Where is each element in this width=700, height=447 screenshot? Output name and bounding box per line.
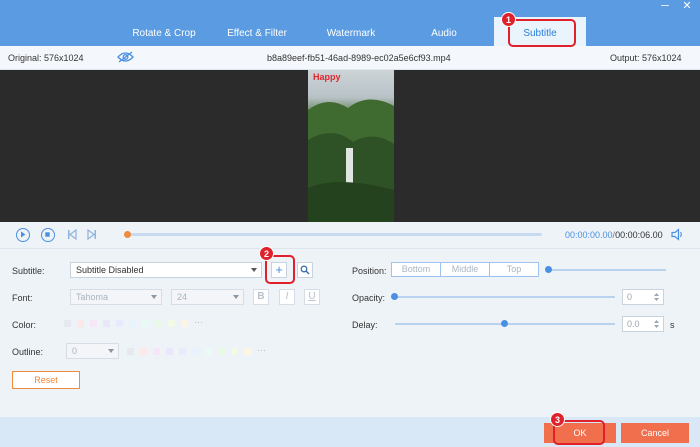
delay-input[interactable]: 0.0 [622, 316, 664, 332]
outline-select[interactable]: 0 [66, 343, 119, 359]
opacity-slider-handle[interactable] [391, 293, 398, 300]
cancel-button[interactable]: Cancel [621, 423, 689, 443]
chevron-down-icon [108, 349, 114, 353]
outline-swatch[interactable] [192, 348, 199, 355]
video-overlay-text: Happy [313, 72, 341, 82]
stepper-icon[interactable] [653, 319, 660, 329]
eye-icon[interactable] [117, 51, 134, 65]
tab-audio[interactable]: Audio [405, 21, 483, 46]
color-swatch[interactable] [116, 320, 123, 327]
outline-swatch[interactable] [153, 348, 160, 355]
color-label: Color: [12, 320, 37, 330]
bold-button[interactable]: B [253, 289, 269, 305]
font-label: Font: [12, 293, 33, 303]
color-swatch[interactable] [90, 320, 97, 327]
color-swatch[interactable] [129, 320, 136, 327]
output-resolution: Output: 576x1024 [610, 53, 682, 63]
top-tab-bar: Rotate & Crop Effect & Filter Watermark … [0, 0, 700, 46]
close-icon[interactable]: ✕ [678, 0, 696, 14]
outline-swatch[interactable] [127, 348, 134, 355]
color-swatch[interactable] [77, 320, 84, 327]
file-name: b8a89eef-fb51-46ad-8989-ec02a5e6cf93.mp4 [267, 53, 451, 63]
info-bar: Original: 576x1024 b8a89eef-fb51-46ad-89… [0, 46, 700, 70]
seek-handle[interactable] [124, 231, 131, 238]
reset-button[interactable]: Reset [12, 371, 80, 389]
subtitle-label: Subtitle: [12, 266, 45, 276]
color-swatch[interactable] [181, 320, 188, 327]
total-time: 00:00:06.00 [615, 230, 663, 240]
search-icon [300, 265, 310, 275]
stop-icon[interactable] [41, 228, 55, 242]
opacity-value: 0 [627, 292, 633, 302]
underline-button[interactable]: U [304, 289, 320, 305]
subtitle-select[interactable]: Subtitle Disabled [70, 262, 262, 278]
minimize-icon[interactable]: ─ [656, 0, 674, 14]
outline-label: Outline: [12, 347, 44, 357]
delay-label: Delay: [352, 320, 378, 330]
outline-swatch[interactable] [166, 348, 173, 355]
outline-swatch[interactable] [179, 348, 186, 355]
outline-swatch[interactable] [140, 348, 147, 355]
time-display: 00:00:00.00/00:00:06.00 [565, 230, 663, 240]
font-family-select[interactable]: Tahoma [70, 289, 162, 305]
current-time: 00:00:00.00 [565, 230, 613, 240]
chevron-down-icon [251, 268, 257, 272]
color-swatch[interactable] [142, 320, 149, 327]
position-label: Position: [352, 266, 387, 276]
subtitle-select-value: Subtitle Disabled [76, 265, 144, 275]
outline-swatch[interactable] [231, 348, 238, 355]
opacity-input[interactable]: 0 [622, 289, 664, 305]
tab-effect-filter[interactable]: Effect & Filter [218, 21, 296, 46]
chevron-down-icon [233, 295, 239, 299]
more-outline-colors-icon[interactable]: ··· [257, 345, 266, 355]
skip-forward-icon[interactable] [87, 229, 97, 240]
delay-value: 0.0 [627, 319, 640, 329]
skip-back-icon[interactable] [67, 229, 77, 240]
tab-watermark[interactable]: Watermark [312, 21, 390, 46]
delay-slider-handle[interactable] [501, 320, 508, 327]
annotation-badge: 1 [501, 12, 516, 27]
color-swatch[interactable] [168, 320, 175, 327]
search-subtitle-button[interactable] [297, 262, 313, 278]
tab-rotate-crop[interactable]: Rotate & Crop [125, 21, 203, 46]
position-slider-handle[interactable] [545, 266, 552, 273]
outline-value: 0 [72, 346, 78, 356]
outline-swatch[interactable] [244, 348, 251, 355]
font-family-value: Tahoma [76, 292, 109, 302]
delay-unit: s [670, 320, 675, 330]
volume-icon[interactable] [671, 228, 684, 241]
original-resolution: Original: 576x1024 [8, 53, 84, 63]
color-swatch[interactable] [155, 320, 162, 327]
play-icon[interactable] [16, 228, 30, 242]
italic-button[interactable]: I [279, 289, 295, 305]
outline-swatch[interactable] [205, 348, 212, 355]
annotation-badge: 3 [550, 412, 565, 427]
opacity-label: Opacity: [352, 293, 386, 303]
color-swatch[interactable] [64, 320, 71, 327]
chevron-down-icon [151, 295, 157, 299]
position-slider[interactable] [548, 269, 666, 271]
position-middle-button[interactable]: Middle [440, 262, 490, 277]
opacity-slider[interactable] [395, 296, 615, 298]
color-swatch[interactable] [103, 320, 110, 327]
annotation-badge: 2 [259, 246, 274, 261]
position-top-button[interactable]: Top [489, 262, 539, 277]
more-colors-icon[interactable]: ··· [194, 317, 203, 327]
stepper-icon[interactable] [653, 292, 660, 302]
font-size-value: 24 [177, 292, 188, 302]
font-size-select[interactable]: 24 [171, 289, 244, 305]
annotation-box-subtitle-tab [508, 19, 576, 47]
outline-swatch[interactable] [218, 348, 225, 355]
video-frame: Happy [308, 70, 394, 222]
seek-bar[interactable] [127, 233, 542, 236]
position-bottom-button[interactable]: Bottom [391, 262, 441, 277]
